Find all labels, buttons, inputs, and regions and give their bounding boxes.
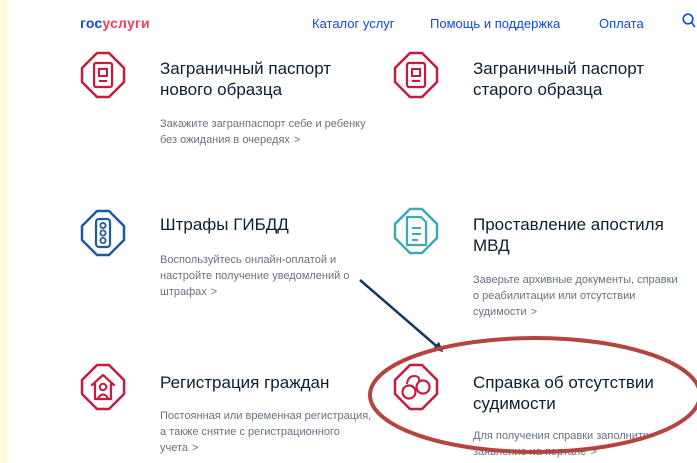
card-desc-text: судимости bbox=[473, 306, 527, 318]
logo-part-gos: гос bbox=[80, 15, 103, 31]
card-desc-line2: настройте получение уведомлений о bbox=[160, 270, 350, 282]
card-desc-line2: без ожидания в очередях > bbox=[160, 132, 300, 148]
card-title-line2[interactable]: МВД bbox=[473, 235, 510, 256]
header: госуслуги Каталог услуг Помощь и поддерж… bbox=[7, 0, 697, 40]
card-desc-line2: заявление на портале > bbox=[473, 444, 597, 460]
chevron-right-icon[interactable]: > bbox=[531, 306, 537, 318]
nav-payment[interactable]: Оплата bbox=[599, 16, 644, 31]
card-desc-line2: а также снятие с регистрационного bbox=[160, 426, 340, 438]
card-title-line1[interactable]: Штрафы ГИБДД bbox=[160, 214, 289, 235]
card-desc-line3: штрафах > bbox=[160, 284, 217, 300]
logo-part-uslugi: услуги bbox=[102, 15, 150, 31]
card-desc-text: заявление на портале bbox=[473, 446, 587, 458]
card-desc-line2: о реабилитации или отсутствии bbox=[473, 290, 636, 302]
gosuslugi-logo[interactable]: госуслуги bbox=[80, 15, 150, 31]
nav-help[interactable]: Помощь и поддержка bbox=[430, 16, 560, 31]
passport-icon bbox=[393, 51, 439, 99]
chevron-right-icon[interactable]: > bbox=[590, 446, 596, 458]
card-desc-text: без ожидания в очередях bbox=[160, 134, 290, 146]
traffic-light-icon bbox=[80, 209, 126, 257]
passport-icon bbox=[80, 51, 126, 99]
handcuffs-icon bbox=[393, 363, 439, 411]
card-title-line2[interactable]: старого образца bbox=[473, 79, 602, 100]
card-title-line2[interactable]: нового образца bbox=[160, 79, 282, 100]
chevron-right-icon[interactable]: > bbox=[192, 442, 198, 454]
chevron-right-icon[interactable]: > bbox=[211, 286, 217, 298]
card-desc-text: штрафах bbox=[160, 286, 207, 298]
card-desc-line3: судимости > bbox=[473, 304, 537, 320]
document-icon bbox=[393, 207, 439, 255]
card-desc-line1: Закажите загранпаспорт себе и ребенку bbox=[160, 118, 366, 130]
search-icon[interactable] bbox=[682, 13, 696, 29]
card-desc-text: учета bbox=[160, 442, 189, 454]
card-desc-line1: Для получения справки заполните bbox=[473, 430, 649, 442]
card-title-line1[interactable]: Заграничный паспорт bbox=[160, 58, 331, 79]
card-title-line1[interactable]: Справка об отсутствии bbox=[473, 372, 654, 393]
card-desc-line1: Постоянная или временная регистрация, bbox=[160, 410, 372, 422]
chevron-right-icon[interactable]: > bbox=[294, 134, 300, 146]
card-desc-line3: учета > bbox=[160, 440, 198, 456]
card-title-line1[interactable]: Проставление апостиля bbox=[473, 214, 664, 235]
house-person-icon bbox=[80, 363, 126, 411]
card-desc-line1: Воспользуйтесь онлайн-оплатой и bbox=[160, 254, 337, 266]
card-desc-line1: Заверьте архивные документы, справки bbox=[473, 274, 678, 286]
nav-catalog[interactable]: Каталог услуг bbox=[312, 16, 395, 31]
card-title-line2[interactable]: судимости bbox=[473, 393, 556, 414]
card-title-line1[interactable]: Заграничный паспорт bbox=[473, 58, 644, 79]
card-title-line1[interactable]: Регистрация граждан bbox=[160, 372, 329, 393]
page: госуслуги Каталог услуг Помощь и поддерж… bbox=[7, 0, 697, 463]
